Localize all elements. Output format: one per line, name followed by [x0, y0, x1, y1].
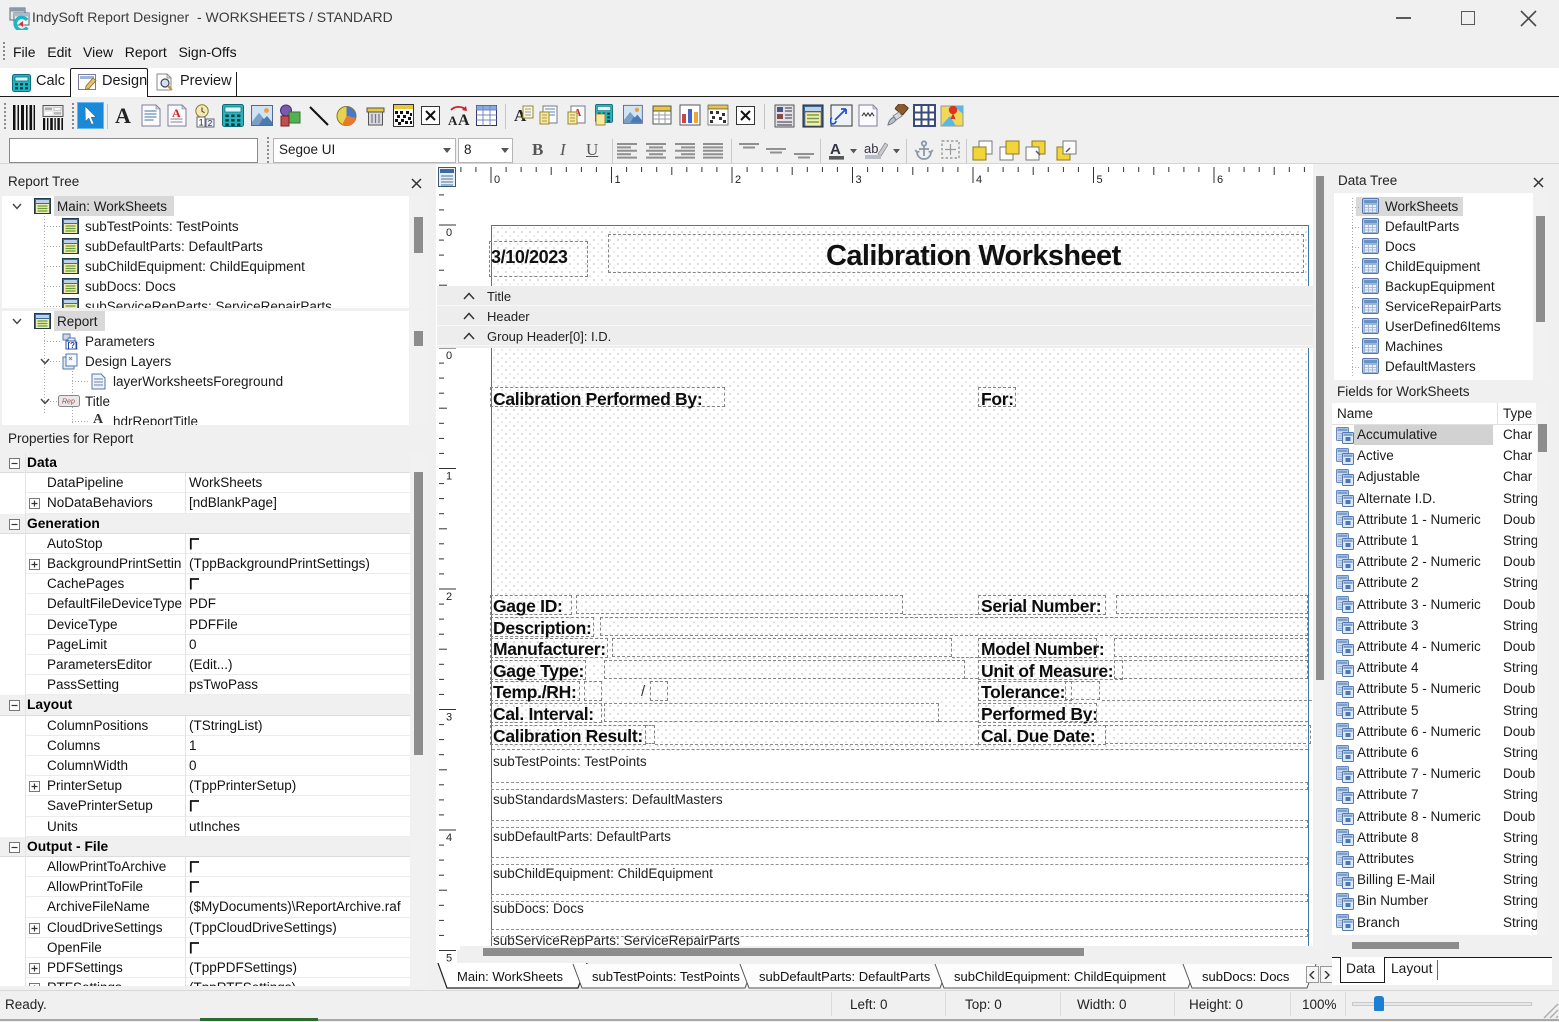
svg-text:3: 3 [446, 712, 452, 724]
svg-text:subDocs: Docs: subDocs: Docs [1202, 969, 1290, 984]
svg-text:A: A [172, 106, 181, 120]
svg-text:1: 1 [446, 471, 452, 483]
svg-text:Main: WorkSheets: Main: WorkSheets [457, 969, 563, 984]
svg-text:5: 5 [1097, 174, 1103, 186]
svg-text:0: 0 [446, 350, 452, 362]
svg-text:Rep: Rep [62, 399, 75, 406]
svg-text:subTestPoints: TestPoints: subTestPoints: TestPoints [592, 969, 740, 984]
svg-text:4: 4 [976, 174, 982, 186]
svg-text:[?]: [?] [68, 341, 79, 350]
svg-text:2: 2 [208, 119, 213, 128]
svg-text:0: 0 [494, 174, 500, 186]
svg-text:4: 4 [446, 832, 452, 844]
svg-text:subDefaultParts: DefaultParts: subDefaultParts: DefaultParts [759, 969, 931, 984]
svg-text:5: 5 [446, 953, 452, 963]
svg-text:1: 1 [199, 118, 204, 128]
svg-text:A: A [448, 113, 458, 127]
svg-text:A: A [830, 141, 841, 158]
svg-text:subChildEquipment: ChildEquipm: subChildEquipment: ChildEquipment [954, 969, 1166, 984]
svg-text:2: 2 [446, 591, 452, 603]
svg-text:1: 1 [615, 174, 621, 186]
svg-text:2: 2 [735, 174, 741, 186]
svg-text:0: 0 [446, 227, 452, 239]
svg-text:A: A [458, 112, 470, 127]
svg-text:3: 3 [856, 174, 862, 186]
svg-text:6: 6 [1217, 174, 1223, 186]
svg-text:ab: ab [864, 141, 878, 156]
